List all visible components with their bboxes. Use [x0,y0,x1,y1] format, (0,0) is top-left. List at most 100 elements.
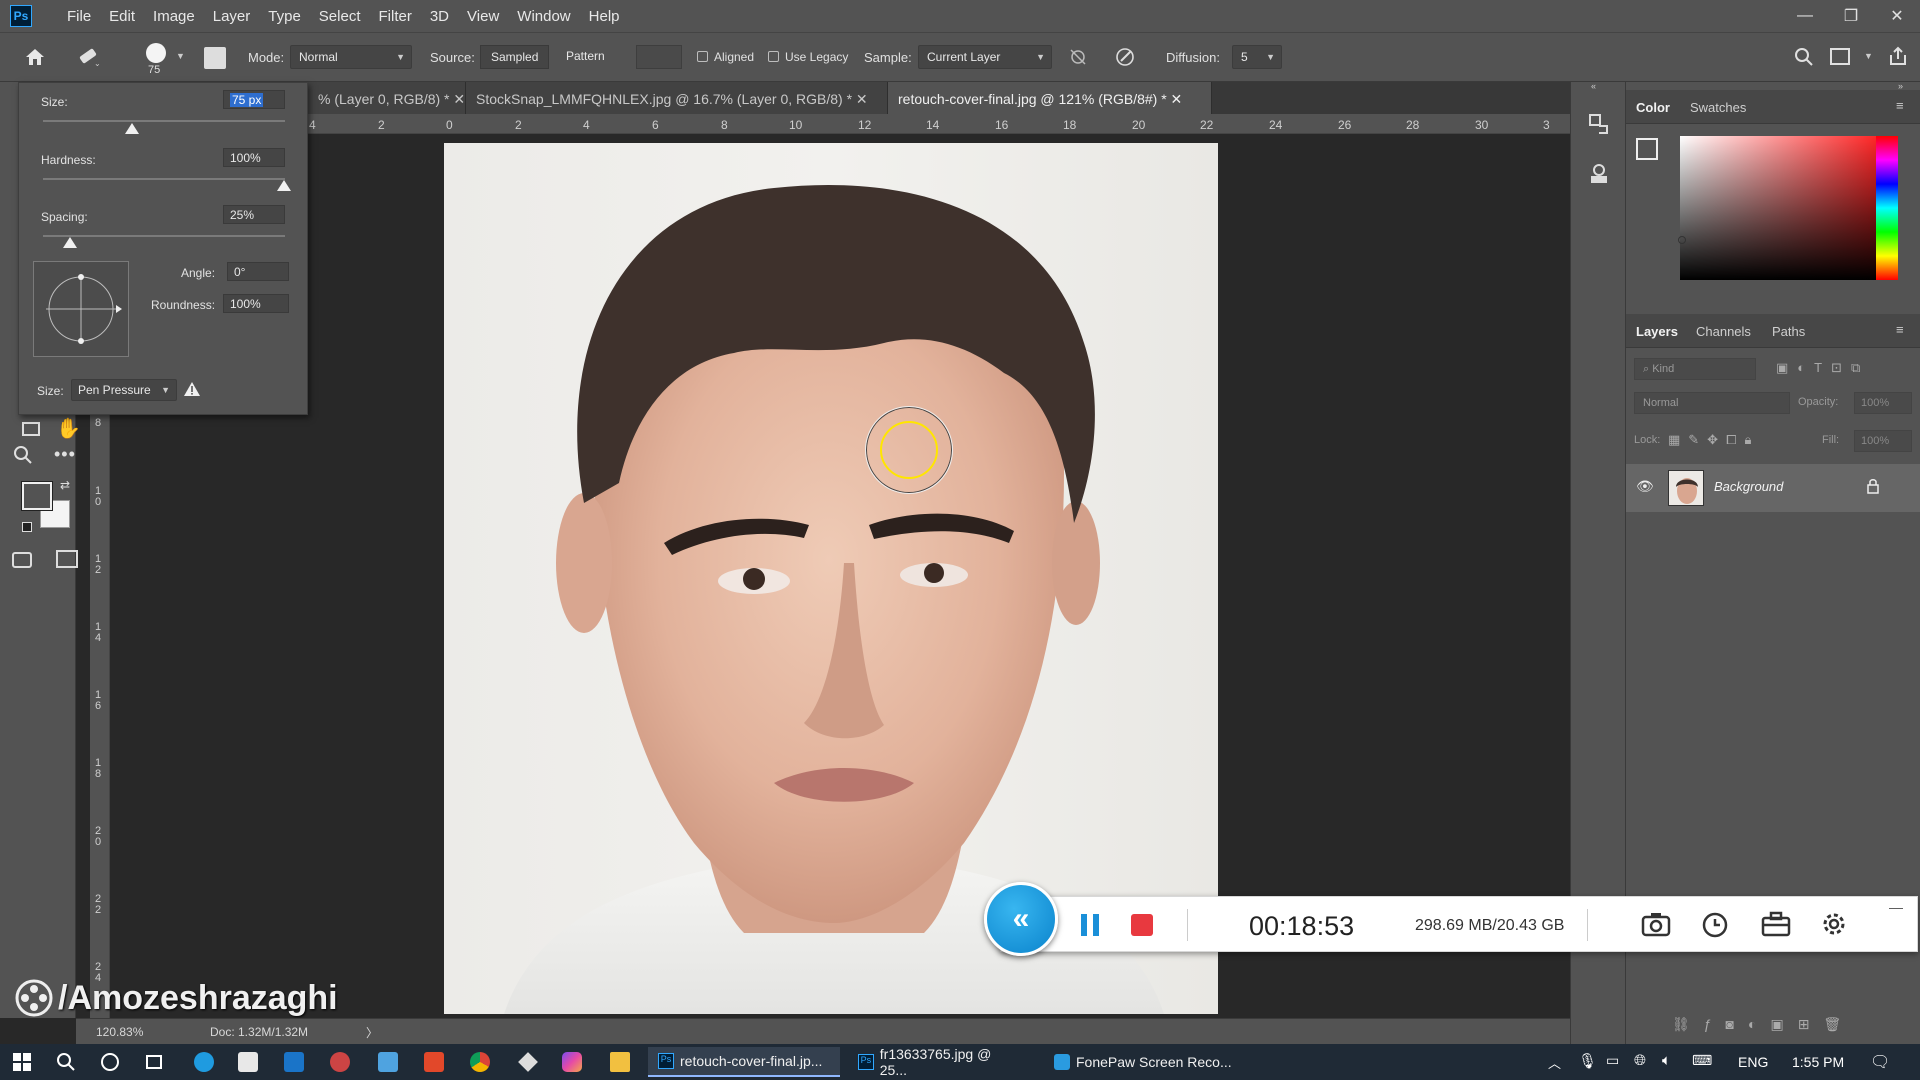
menu-file[interactable]: File [58,8,100,25]
hardness-slider-thumb[interactable] [277,180,291,191]
sample-select[interactable]: Current Layer ▼ [918,45,1052,69]
lock-icons[interactable]: ▦✎✥⧠🔒︎ [1668,432,1759,448]
swap-colors-icon[interactable]: ⇄ [60,478,70,492]
chrome-icon[interactable] [470,1052,490,1072]
source-sampled-button[interactable]: Sampled [480,45,550,69]
restore-button[interactable]: ❐ [1828,0,1874,32]
home-icon[interactable] [24,47,46,70]
file-explorer-icon[interactable] [610,1052,630,1072]
battery-icon[interactable]: ▭ [1606,1052,1619,1069]
clock[interactable]: 1:55 PM [1792,1054,1844,1070]
blend-mode-select[interactable]: Normal [1634,392,1790,414]
use-legacy-checkbox[interactable] [768,51,779,62]
tab-swatches[interactable]: Swatches [1690,100,1746,115]
cortana-icon[interactable] [100,1052,120,1072]
microphone-icon[interactable]: 🎙︎ [1578,1052,1597,1070]
language-indicator[interactable]: ENG [1738,1054,1768,1070]
volume-icon[interactable]: 🔈︎ [1662,1052,1671,1069]
tab-layer0-doc[interactable]: % (Layer 0, RGB/8) * ✕ [308,82,466,114]
filter-kind-select[interactable]: ⌕ Kind [1634,358,1756,380]
hue-slider[interactable] [1876,136,1898,280]
keyboard-icon[interactable]: ⌨︎ [1692,1052,1712,1069]
taskbar-app-photoshop-retouch[interactable]: Ps retouch-cover-final.jp... [648,1047,840,1077]
spacing-slider-thumb[interactable] [63,237,77,248]
size-field[interactable]: 75 px [223,90,285,109]
menu-layer[interactable]: Layer [204,8,260,25]
app-icon[interactable] [562,1052,582,1072]
app-icon[interactable] [330,1052,350,1072]
menu-3d[interactable]: 3D [421,8,458,25]
show-hidden-icons-chevron-icon[interactable]: ︿ [1548,1053,1561,1072]
aligned-checkbox[interactable] [697,51,708,62]
panel-menu-icon[interactable]: ≡ [1896,322,1904,337]
layers-footer-icons[interactable]: ⛓ƒ◙◐▣⊞🗑︎ [1672,1016,1855,1033]
search-icon[interactable] [1794,47,1814,70]
tab-retouch-cover-final[interactable]: retouch-cover-final.jpg @ 121% (RGB/8#) … [888,82,1212,114]
roundness-field[interactable]: 100% [223,294,289,313]
rectangle-tool-icon[interactable] [22,422,40,436]
source-pattern-button[interactable]: Pattern [556,45,615,69]
toolbox-icon[interactable] [1761,911,1791,940]
notifications-icon[interactable]: 🗨︎ [1870,1052,1890,1072]
size-control-select[interactable]: Pen Pressure ▼ [71,379,177,401]
menu-window[interactable]: Window [508,8,579,25]
spot-healing-brush-icon[interactable]: ⌄ [76,46,102,71]
collapse-recorder-button[interactable]: « [984,882,1058,956]
canvas-area[interactable] [110,134,1570,1018]
brush-settings-icon[interactable] [204,47,226,69]
size-slider-track[interactable] [43,120,285,122]
mode-select[interactable]: Normal ▼ [290,45,412,69]
brush-preset-icon[interactable] [146,43,166,63]
visibility-eye-icon[interactable]: 👁︎ [1636,478,1654,495]
screen-mode-icon[interactable] [56,550,78,568]
app-icon[interactable] [518,1052,538,1072]
menu-filter[interactable]: Filter [370,8,421,25]
layer-name[interactable]: Background [1714,479,1783,494]
pause-button[interactable] [1093,914,1099,936]
color-field[interactable] [1680,136,1888,280]
foreground-color-swatch[interactable] [22,482,52,510]
spacing-field[interactable]: 25% [223,205,285,224]
hand-tool-icon[interactable]: ✋ [56,416,81,441]
menu-view[interactable]: View [458,8,508,25]
mail-icon[interactable] [284,1052,304,1072]
office-icon[interactable] [424,1052,444,1072]
menu-type[interactable]: Type [259,8,310,25]
menu-help[interactable]: Help [580,8,629,25]
menu-select[interactable]: Select [310,8,370,25]
opacity-field[interactable]: 100% [1854,392,1912,414]
zoom-level[interactable]: 120.83% [96,1025,143,1039]
panel-menu-icon[interactable]: ≡ [1896,98,1904,113]
layer-filter-icons[interactable]: ▣◐T⊡⧉ [1776,360,1869,376]
color-panel-foreground-swatch[interactable] [1636,138,1658,160]
spacing-slider-track[interactable] [43,235,285,237]
network-icon[interactable]: 🌐︎ [1634,1052,1646,1069]
tab-paths[interactable]: Paths [1772,324,1805,339]
more-tools-icon[interactable]: ••• [54,444,76,465]
pressure-size-icon[interactable] [1114,46,1136,71]
pattern-picker[interactable] [636,45,682,69]
collapse-arrows-icon[interactable]: « [1591,81,1596,91]
workspace-icon[interactable] [1830,48,1850,65]
brush-angle-preview[interactable] [33,261,129,357]
default-colors-icon[interactable] [22,522,32,532]
menu-edit[interactable]: Edit [100,8,144,25]
task-view-icon[interactable] [144,1052,164,1072]
hardness-field[interactable]: 100% [223,148,285,167]
status-menu-arrow[interactable]: 〉 [366,1024,378,1041]
pause-icon-left[interactable] [1081,914,1087,936]
minimize-button[interactable]: — [1782,0,1828,32]
settings-gear-icon[interactable] [1819,909,1849,942]
taskbar-app-photoshop-fr[interactable]: Ps fr13633765.jpg @ 25... [848,1046,1030,1078]
windows-start-icon[interactable] [12,1052,32,1072]
color-field-picker[interactable] [1678,236,1686,244]
recorder-minimize-button[interactable]: — [1889,899,1903,915]
zoom-tool-icon[interactable] [12,444,34,469]
fill-field[interactable]: 100% [1854,430,1912,452]
tab-channels[interactable]: Channels [1696,324,1751,339]
menu-image[interactable]: Image [144,8,204,25]
share-icon[interactable] [1888,46,1908,69]
store-icon[interactable] [238,1052,258,1072]
workspace-chevron-icon[interactable]: ▼ [1864,51,1873,61]
hardness-slider-track[interactable] [43,178,285,180]
